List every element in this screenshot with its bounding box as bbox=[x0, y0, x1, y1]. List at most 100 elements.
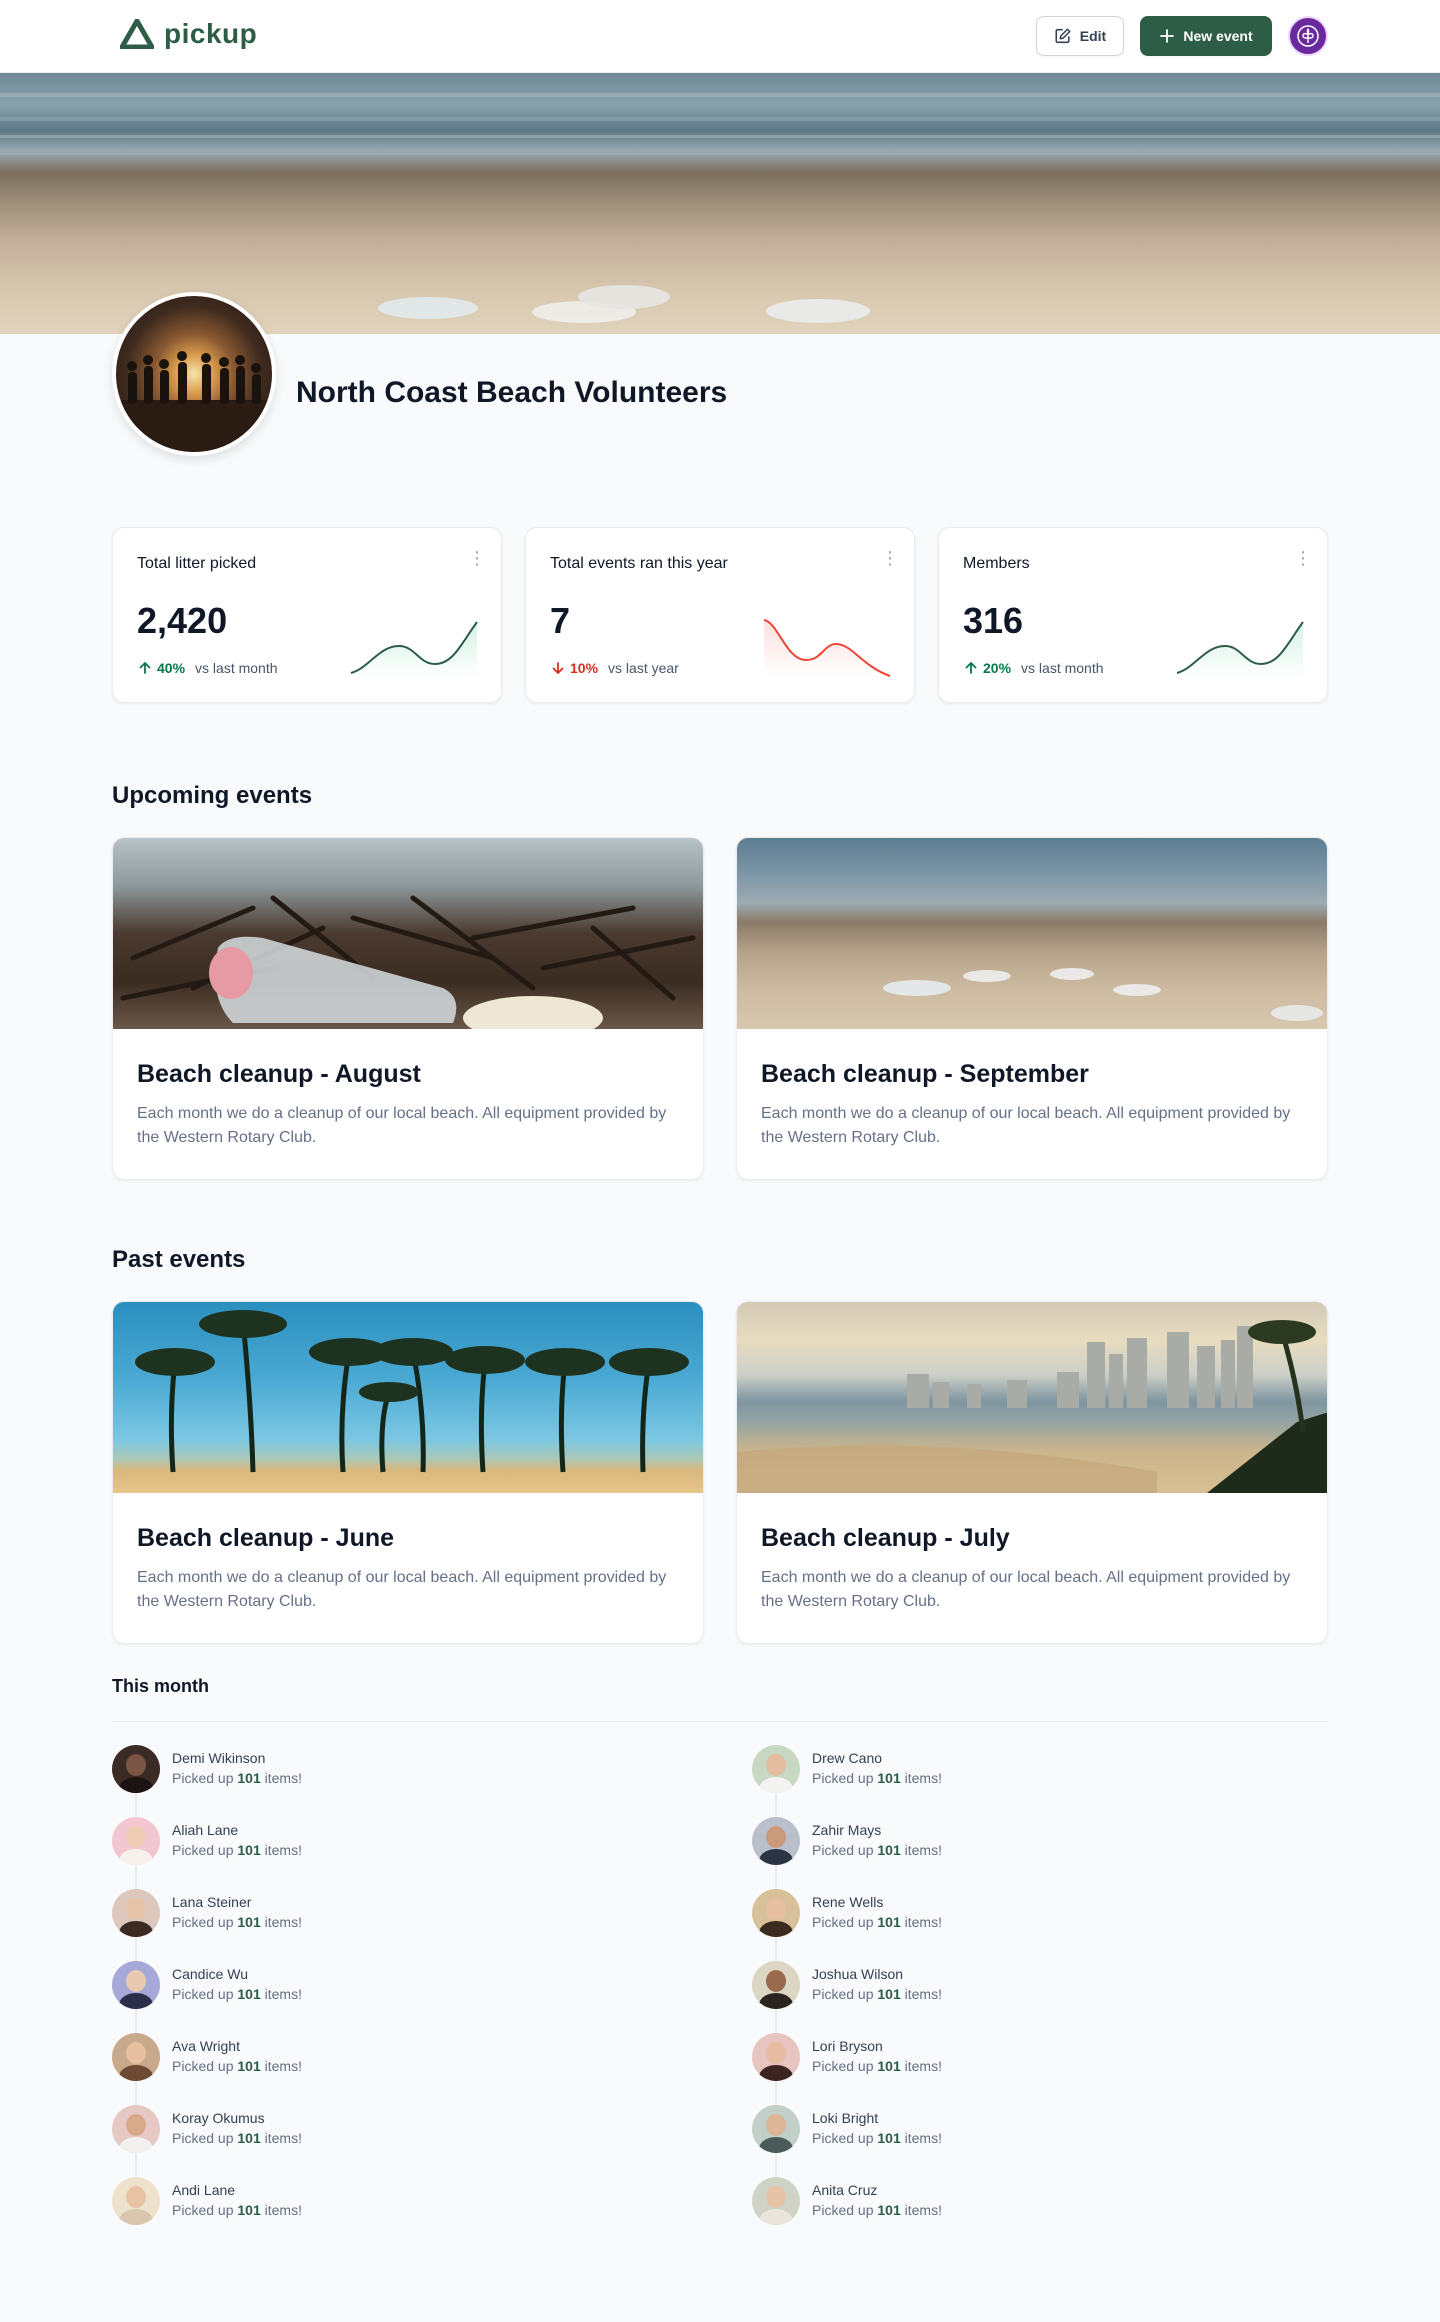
items-count: 101 bbox=[237, 1914, 261, 1930]
member-name: Demi Wikinson bbox=[172, 1750, 266, 1766]
items-count: 101 bbox=[877, 1770, 901, 1786]
member-name: Lori Bryson bbox=[812, 2038, 883, 2054]
member-item[interactable]: Candice Wu Picked up 101 items! bbox=[112, 1961, 302, 2009]
stat-value: 2,420 bbox=[137, 600, 228, 641]
edit-pencil-icon bbox=[1055, 28, 1071, 44]
group-name-heading: North Coast Beach Volunteers bbox=[296, 376, 728, 409]
avatar bbox=[752, 1745, 800, 1793]
member-item[interactable]: Aliah Lane Picked up 101 items! bbox=[112, 1817, 302, 1865]
event-description: Each month we do a cleanup of our local … bbox=[761, 1105, 1291, 1146]
plus-icon bbox=[1160, 29, 1175, 43]
items-count: 101 bbox=[877, 1842, 901, 1858]
avatar bbox=[752, 1889, 800, 1937]
beach-plastic-image bbox=[883, 968, 1323, 1021]
member-item[interactable]: Ava Wright Picked up 101 items! bbox=[112, 2033, 302, 2081]
stat-value: 316 bbox=[963, 600, 1024, 641]
event-title: Beach cleanup - July bbox=[761, 1524, 1010, 1552]
more-vertical-icon[interactable]: ⋮ bbox=[1293, 548, 1313, 568]
member-status: Picked up 101 items! bbox=[812, 1842, 942, 1858]
sparkline-chart bbox=[350, 621, 478, 678]
member-status: Picked up 101 items! bbox=[172, 1986, 302, 2002]
event-description: Each month we do a cleanup of our local … bbox=[137, 1569, 667, 1610]
avatar bbox=[112, 1889, 160, 1937]
trend-percentage: 40% bbox=[157, 660, 186, 676]
items-count: 101 bbox=[877, 1914, 901, 1930]
member-status: Picked up 101 items! bbox=[812, 2058, 942, 2074]
stat-value: 7 bbox=[550, 600, 571, 641]
logo-wordmark: pickup bbox=[164, 18, 258, 49]
avatar bbox=[112, 2033, 160, 2081]
fleur-de-lis-icon bbox=[1297, 25, 1319, 47]
new-event-button[interactable]: New event bbox=[1140, 16, 1272, 56]
plastic-bottle-debris bbox=[378, 297, 478, 319]
event-card-september[interactable]: Beach cleanup - September Each month we … bbox=[736, 837, 1328, 1180]
member-item[interactable]: Rene Wells Picked up 101 items! bbox=[752, 1889, 942, 1937]
member-item[interactable]: Zahir Mays Picked up 101 items! bbox=[752, 1817, 942, 1865]
member-item[interactable]: Loki Bright Picked up 101 items! bbox=[752, 2105, 942, 2153]
member-status: Picked up 101 items! bbox=[812, 2202, 942, 2218]
member-status: Picked up 101 items! bbox=[172, 1842, 302, 1858]
member-name: Candice Wu bbox=[172, 1966, 249, 1982]
group-profile-photo bbox=[112, 292, 276, 456]
triangle-logo-icon bbox=[120, 19, 154, 49]
member-item[interactable]: Lana Steiner Picked up 101 items! bbox=[112, 1889, 302, 1937]
items-count: 101 bbox=[877, 1986, 901, 2002]
member-name: Zahir Mays bbox=[812, 1822, 882, 1838]
top-navigation-bar: pickup Edit New event bbox=[0, 0, 1440, 73]
pickup-logo[interactable]: pickup bbox=[120, 18, 257, 50]
member-name: Loki Bright bbox=[812, 2110, 879, 2126]
member-item[interactable]: Andi Lane Picked up 101 items! bbox=[112, 2177, 302, 2225]
member-status: Picked up 101 items! bbox=[172, 1770, 302, 1786]
member-status: Picked up 101 items! bbox=[172, 2130, 302, 2146]
avatar bbox=[112, 1961, 160, 2009]
items-count: 101 bbox=[237, 2130, 261, 2146]
stat-card-events-this-year: Total events ran this year ⋮ 7 10% vs la… bbox=[525, 527, 915, 703]
sparkline-chart bbox=[1176, 621, 1304, 678]
arrow-up-icon bbox=[965, 662, 977, 674]
event-card-june[interactable]: Beach cleanup - June Each month we do a … bbox=[112, 1301, 704, 1644]
member-item[interactable]: Joshua Wilson Picked up 101 items! bbox=[752, 1961, 942, 2009]
member-status: Picked up 101 items! bbox=[172, 2058, 302, 2074]
stat-card-members: Members ⋮ 316 20% vs last month bbox=[938, 527, 1328, 703]
items-count: 101 bbox=[877, 2130, 901, 2146]
trend-percentage: 10% bbox=[570, 660, 599, 676]
upcoming-events-heading: Upcoming events bbox=[112, 782, 313, 809]
stat-title: Members bbox=[963, 555, 1030, 572]
event-image-palm-trees bbox=[113, 1302, 703, 1493]
items-count: 101 bbox=[237, 1770, 261, 1786]
member-item[interactable]: Demi Wikinson Picked up 101 items! bbox=[112, 1745, 302, 1793]
trend-label: vs last month bbox=[1021, 660, 1104, 676]
event-card-august[interactable]: Beach cleanup - August Each month we do … bbox=[112, 837, 704, 1180]
member-name: Anita Cruz bbox=[812, 2182, 878, 2198]
items-count: 101 bbox=[237, 2058, 261, 2074]
member-item[interactable]: Koray Okumus Picked up 101 items! bbox=[112, 2105, 302, 2153]
arrow-down-icon bbox=[552, 662, 564, 674]
event-description: Each month we do a cleanup of our local … bbox=[761, 1569, 1291, 1610]
event-description: Each month we do a cleanup of our local … bbox=[137, 1105, 667, 1146]
member-status: Picked up 101 items! bbox=[172, 1914, 302, 1930]
avatar bbox=[752, 2105, 800, 2153]
avatar bbox=[752, 1817, 800, 1865]
items-count: 101 bbox=[237, 2202, 261, 2218]
member-item[interactable]: Drew Cano Picked up 101 items! bbox=[752, 1745, 942, 1793]
items-count: 101 bbox=[237, 1986, 261, 2002]
event-card-july[interactable]: Beach cleanup - July Each month we do a … bbox=[736, 1301, 1328, 1644]
member-item[interactable]: Lori Bryson Picked up 101 items! bbox=[752, 2033, 942, 2081]
more-vertical-icon[interactable]: ⋮ bbox=[467, 548, 487, 568]
member-name: Andi Lane bbox=[172, 2182, 236, 2198]
member-name: Joshua Wilson bbox=[812, 1966, 904, 1982]
member-name: Koray Okumus bbox=[172, 2110, 265, 2126]
member-name: Lana Steiner bbox=[172, 1894, 252, 1910]
event-image-city-beach bbox=[737, 1302, 1327, 1493]
plastic-plate-debris bbox=[578, 285, 670, 309]
driftwood-and-bottle-image bbox=[120, 895, 696, 1029]
member-item[interactable]: Anita Cruz Picked up 101 items! bbox=[752, 2177, 942, 2225]
event-title: Beach cleanup - August bbox=[137, 1060, 421, 1088]
avatar bbox=[752, 1961, 800, 2009]
member-name: Aliah Lane bbox=[172, 1822, 239, 1838]
items-count: 101 bbox=[877, 2058, 901, 2074]
edit-button[interactable]: Edit bbox=[1036, 16, 1124, 56]
avatar bbox=[112, 2177, 160, 2225]
organization-avatar[interactable] bbox=[1288, 16, 1328, 56]
more-vertical-icon[interactable]: ⋮ bbox=[880, 548, 900, 568]
